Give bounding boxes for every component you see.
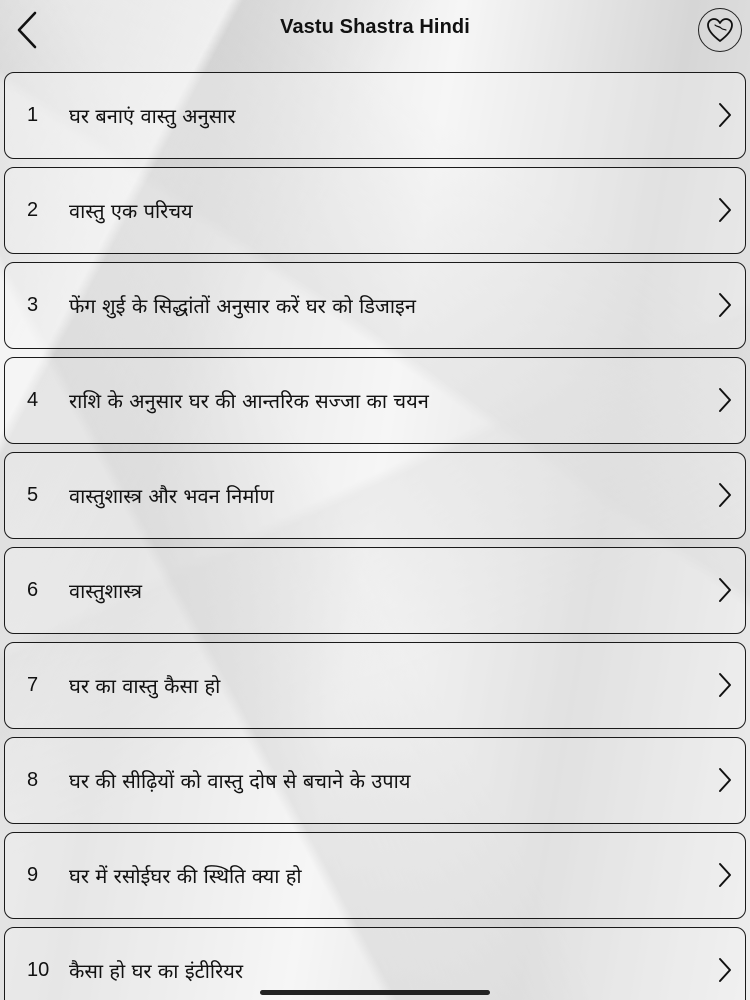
list-item[interactable]: 1 घर बनाएं वास्तु अनुसार	[4, 72, 746, 159]
item-label: घर में रसोईघर की स्थिति क्या हो	[69, 863, 302, 888]
item-label: घर की सीढ़ियों को वास्तु दोष से बचाने के…	[69, 768, 411, 793]
item-number: 4	[27, 388, 39, 411]
navigation-bar: Vastu Shastra Hindi	[0, 0, 750, 62]
item-number: 3	[27, 293, 39, 316]
item-number: 10	[27, 958, 50, 981]
item-label: घर बनाएं वास्तु अनुसार	[69, 103, 236, 128]
chevron-right-icon	[717, 862, 733, 888]
chevron-right-icon	[717, 292, 733, 318]
list-item[interactable]: 4 राशि के अनुसार घर की आन्तरिक सज्जा का …	[4, 357, 746, 444]
item-number: 6	[27, 578, 39, 601]
chevron-right-icon	[717, 102, 733, 128]
chevron-right-icon	[717, 957, 733, 983]
list-item[interactable]: 7 घर का वास्तु कैसा हो	[4, 642, 746, 729]
list-item[interactable]: 5 वास्तुशास्त्र और भवन निर्माण	[4, 452, 746, 539]
item-label: वास्तुशास्त्र और भवन निर्माण	[69, 483, 274, 508]
item-number: 2	[27, 198, 39, 221]
list-item[interactable]: 6 वास्तुशास्त्र	[4, 547, 746, 634]
chevron-right-icon	[717, 482, 733, 508]
chevron-right-icon	[717, 577, 733, 603]
item-number: 9	[27, 863, 39, 886]
list-item[interactable]: 3 फेंग शुई के सिद्धांतों अनुसार करें घर …	[4, 262, 746, 349]
item-label: फेंग शुई के सिद्धांतों अनुसार करें घर को…	[69, 293, 416, 318]
item-number: 1	[27, 103, 39, 126]
item-number: 5	[27, 483, 39, 506]
chevron-right-icon	[717, 197, 733, 223]
item-label: वास्तुशास्त्र	[69, 578, 143, 603]
page-title: Vastu Shastra Hindi	[280, 16, 470, 38]
item-number: 7	[27, 673, 39, 696]
list-item[interactable]: 8 घर की सीढ़ियों को वास्तु दोष से बचाने …	[4, 737, 746, 824]
item-label: वास्तु एक परिचय	[69, 198, 193, 223]
home-indicator[interactable]	[260, 990, 490, 995]
heart-icon	[707, 18, 733, 42]
list-item[interactable]: 2 वास्तु एक परिचय	[4, 167, 746, 254]
chevron-right-icon	[717, 387, 733, 413]
favorites-button[interactable]	[698, 8, 742, 52]
item-number: 8	[27, 768, 39, 791]
item-label: घर का वास्तु कैसा हो	[69, 673, 221, 698]
list-item[interactable]: 9 घर में रसोईघर की स्थिति क्या हो	[4, 832, 746, 919]
chevron-right-icon	[717, 767, 733, 793]
chevron-right-icon	[717, 672, 733, 698]
chapter-list: 1 घर बनाएं वास्तु अनुसार 2 वास्तु एक परि…	[4, 72, 746, 1000]
item-label: राशि के अनुसार घर की आन्तरिक सज्जा का चय…	[69, 388, 429, 413]
